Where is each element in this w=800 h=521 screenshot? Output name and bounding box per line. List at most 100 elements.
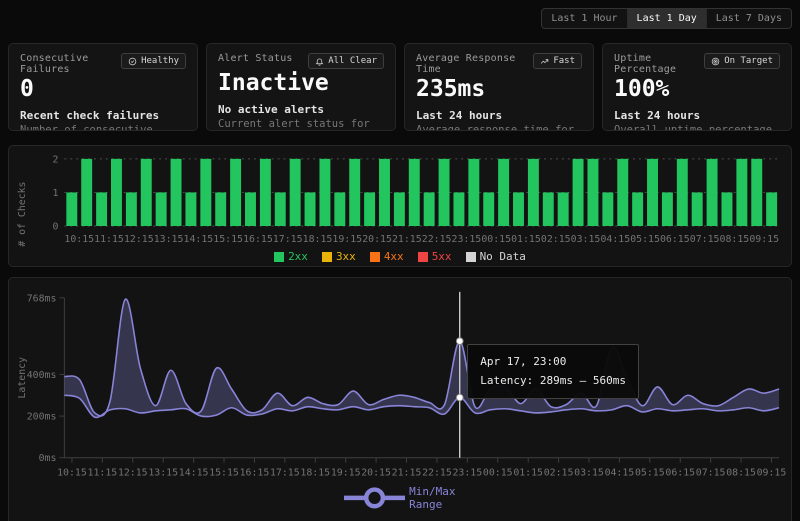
card-value: Inactive: [218, 71, 384, 96]
svg-text:18:15: 18:15: [300, 467, 330, 478]
time-range-last-1-day-button[interactable]: Last 1 Day: [628, 9, 707, 28]
card-description: Average response time for this site: [416, 124, 582, 131]
legend-label: 4xx: [384, 250, 404, 263]
legend-label: 3xx: [336, 250, 356, 263]
legend-swatch-3xx: [322, 252, 332, 262]
svg-text:# of Checks: # of Checks: [17, 182, 28, 247]
latency-minmax-chart[interactable]: 768ms400ms200ms0ms10:1511:1512:1513:1514…: [13, 282, 787, 489]
latency-legend: Min/Max Range: [13, 489, 787, 507]
card-subtitle: Last 24 hours: [614, 109, 780, 122]
status-checks-bar-chart[interactable]: 01210:1511:1512:1513:1514:1515:1516:1517…: [13, 149, 787, 248]
tooltip-title: Apr 17, 23:00: [480, 353, 626, 372]
svg-text:10:15: 10:15: [64, 234, 94, 245]
legend-item-no-data: No Data: [466, 250, 526, 263]
status-checks-bar-chart-panel: 01210:1511:1512:1513:1514:1515:1516:1517…: [8, 145, 792, 267]
legend-swatch-no-data: [466, 252, 476, 262]
svg-text:04:15: 04:15: [605, 467, 635, 478]
svg-text:23:15: 23:15: [452, 467, 482, 478]
svg-text:01:15: 01:15: [513, 467, 543, 478]
legend-swatch-4xx: [370, 252, 380, 262]
svg-text:14:15: 14:15: [179, 467, 209, 478]
svg-text:Latency: Latency: [17, 357, 28, 399]
svg-text:07:15: 07:15: [690, 234, 720, 245]
chart-tooltip: Apr 17, 23:00 Latency: 289ms – 560ms: [467, 344, 639, 399]
svg-text:05:15: 05:15: [630, 234, 660, 245]
svg-text:23:15: 23:15: [452, 234, 482, 245]
svg-text:09:15: 09:15: [749, 234, 779, 245]
badge-label: Fast: [553, 56, 575, 66]
svg-text:07:15: 07:15: [696, 467, 726, 478]
svg-text:06:15: 06:15: [665, 467, 695, 478]
all-clear-badge: All Clear: [308, 53, 384, 69]
legend-swatch-2xx: [274, 252, 284, 262]
fast-badge: Fast: [533, 53, 582, 69]
card-title: Average Response Time: [416, 53, 533, 75]
svg-text:16:15: 16:15: [240, 467, 270, 478]
svg-text:19:15: 19:15: [332, 234, 362, 245]
legend-swatch-5xx: [418, 252, 428, 262]
card-subtitle: Recent check failures: [20, 109, 186, 122]
card-value: 100%: [614, 77, 780, 102]
svg-text:0: 0: [52, 221, 58, 232]
time-range-last-7-days-button[interactable]: Last 7 Days: [707, 9, 791, 28]
status-legend: 2xx 3xx 4xx 5xx No Data: [13, 248, 787, 266]
card-description: Number of consecutive failed checks: [20, 124, 186, 131]
svg-text:18:15: 18:15: [303, 234, 333, 245]
uptime-percentage-card: Uptime Percentage On Target 100% Last 24…: [602, 43, 792, 131]
legend-item-2xx: 2xx: [274, 250, 308, 263]
svg-text:02:15: 02:15: [544, 467, 574, 478]
svg-text:12:15: 12:15: [118, 467, 148, 478]
svg-text:22:15: 22:15: [422, 234, 452, 245]
target-icon: [711, 57, 720, 66]
tooltip-value: Latency: 289ms – 560ms: [480, 372, 626, 391]
badge-label: Healthy: [141, 56, 179, 66]
time-range-last-1-hour-button[interactable]: Last 1 Hour: [542, 9, 627, 28]
card-description: Current alert status for this site: [218, 118, 384, 131]
svg-text:04:15: 04:15: [600, 234, 630, 245]
svg-text:16:15: 16:15: [243, 234, 273, 245]
svg-text:19:15: 19:15: [331, 467, 361, 478]
average-response-time-card: Average Response Time Fast 235ms Last 24…: [404, 43, 594, 131]
trending-up-icon: [540, 57, 549, 66]
svg-text:17:15: 17:15: [270, 467, 300, 478]
svg-text:14:15: 14:15: [184, 234, 214, 245]
svg-text:768ms: 768ms: [27, 293, 57, 304]
svg-text:05:15: 05:15: [635, 467, 665, 478]
svg-text:15:15: 15:15: [209, 467, 239, 478]
svg-text:1: 1: [52, 188, 58, 199]
minmax-line-icon: [344, 484, 405, 512]
latency-chart-panel: 768ms400ms200ms0ms10:1511:1512:1513:1514…: [8, 277, 792, 521]
legend-item-5xx: 5xx: [418, 250, 452, 263]
svg-text:20:15: 20:15: [361, 467, 391, 478]
card-value: 235ms: [416, 77, 582, 102]
svg-text:20:15: 20:15: [362, 234, 392, 245]
check-circle-icon: [128, 57, 137, 66]
alert-status-card: Alert Status All Clear Inactive No activ…: [206, 43, 396, 131]
svg-text:15:15: 15:15: [213, 234, 243, 245]
legend-item-4xx: 4xx: [370, 250, 404, 263]
svg-text:11:15: 11:15: [88, 467, 118, 478]
svg-text:2: 2: [52, 154, 58, 165]
card-description: Overall uptime percentage for this site: [614, 124, 780, 131]
on-target-badge: On Target: [704, 53, 780, 69]
svg-text:21:15: 21:15: [392, 467, 422, 478]
card-value: 0: [20, 77, 186, 102]
svg-text:22:15: 22:15: [422, 467, 452, 478]
svg-text:13:15: 13:15: [148, 467, 178, 478]
svg-text:400ms: 400ms: [27, 370, 57, 381]
stat-cards-row: Consecutive Failures Healthy 0 Recent ch…: [8, 43, 792, 131]
svg-text:21:15: 21:15: [392, 234, 422, 245]
legend-label: No Data: [480, 250, 526, 263]
legend-label: 2xx: [288, 250, 308, 263]
svg-text:13:15: 13:15: [154, 234, 184, 245]
svg-text:08:15: 08:15: [726, 467, 756, 478]
healthy-badge: Healthy: [121, 53, 186, 69]
bell-icon: [315, 57, 324, 66]
consecutive-failures-card: Consecutive Failures Healthy 0 Recent ch…: [8, 43, 198, 131]
svg-text:06:15: 06:15: [660, 234, 690, 245]
svg-text:00:15: 00:15: [483, 467, 513, 478]
legend-item-3xx: 3xx: [322, 250, 356, 263]
card-subtitle: Last 24 hours: [416, 109, 582, 122]
svg-text:00:15: 00:15: [481, 234, 511, 245]
time-range-toolbar: Last 1 Hour Last 1 Day Last 7 Days: [8, 8, 792, 29]
